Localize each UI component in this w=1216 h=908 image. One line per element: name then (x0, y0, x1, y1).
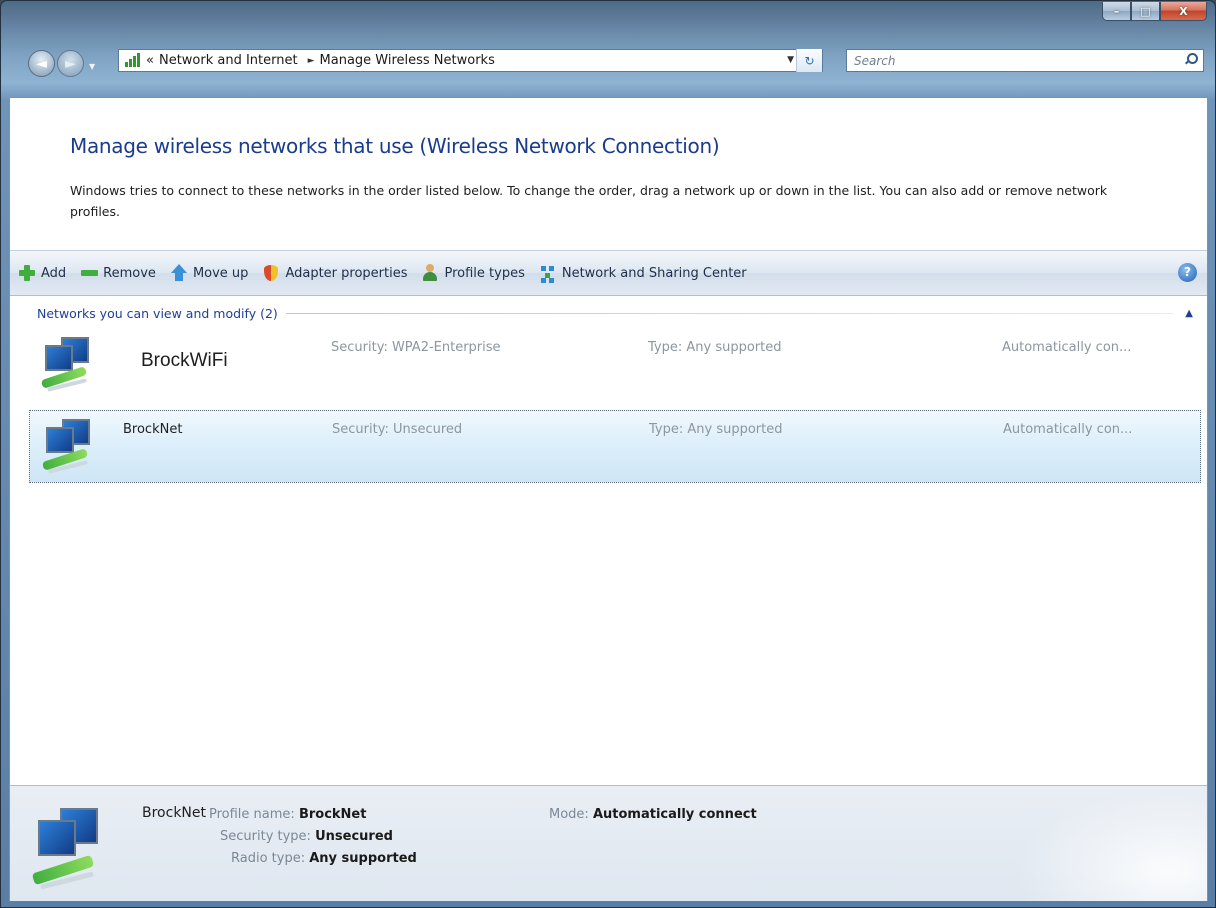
wireless-network-icon (40, 337, 101, 397)
minimize-button[interactable]: – (1102, 2, 1131, 21)
page-header: Manage wireless networks that use (Wirel… (10, 98, 1207, 250)
network-sharing-center-button[interactable]: Network and Sharing Center (539, 264, 747, 282)
search-box[interactable] (846, 49, 1204, 72)
group-header[interactable]: Networks you can view and modify (2) ▲ (37, 303, 1193, 323)
forward-button[interactable]: ► (57, 50, 84, 77)
plus-icon (18, 264, 36, 282)
page-title: Manage wireless networks that use (Wirel… (70, 134, 720, 158)
close-button[interactable]: X (1160, 2, 1207, 21)
group-divider (285, 312, 1174, 314)
network-type: Type: Any supported (648, 340, 782, 355)
recent-pages-dropdown[interactable]: ▼ (89, 62, 95, 71)
search-input[interactable] (847, 50, 1167, 71)
address-dropdown-icon[interactable]: ▼ (787, 55, 794, 65)
network-type: Type: Any supported (649, 422, 783, 437)
move-up-button[interactable]: Move up (170, 264, 248, 282)
network-name: BrockWiFi (129, 348, 240, 374)
page-description: Windows tries to connect to these networ… (70, 183, 1108, 219)
details-network-name: BrockNet (142, 805, 206, 821)
profile-types-button[interactable]: Profile types (421, 264, 525, 282)
refresh-button[interactable]: ↻ (796, 49, 822, 72)
details-radio-type: Radio type: Any supported (231, 851, 417, 866)
network-mode: Automatically con... (1002, 340, 1132, 355)
address-overflow[interactable]: « (146, 53, 154, 68)
group-label: Networks you can view and modify (2) (37, 305, 278, 321)
minus-icon (80, 264, 99, 282)
remove-button[interactable]: Remove (80, 264, 156, 282)
list-item[interactable]: BrockWiFi Security: WPA2-Enterprise Type… (29, 329, 1201, 397)
details-profile-name: Profile name: BrockNet (209, 807, 367, 822)
content-area: Manage wireless networks that use (Wirel… (9, 97, 1208, 901)
address-bar[interactable]: « Network and Internet ► Manage Wireless… (118, 49, 823, 72)
wireless-network-icon (41, 419, 102, 479)
up-arrow-icon (170, 264, 188, 282)
details-pane: BrockNet Profile name: BrockNet Security… (10, 785, 1207, 901)
window: – □ X ◄ ► ▼ « Network and Internet ► Man… (0, 0, 1216, 908)
adapter-properties-button[interactable]: Adapter properties (262, 264, 407, 282)
list-item-selected[interactable]: BrockNet Security: Unsecured Type: Any s… (29, 410, 1201, 483)
details-mode: Mode: Automatically connect (549, 807, 757, 822)
details-security-type: Security type: Unsecured (220, 829, 393, 844)
network-security: Security: Unsecured (332, 422, 463, 437)
command-bar: Add Remove Move up Adapter properties Pr… (10, 250, 1207, 296)
network-security: Security: WPA2-Enterprise (331, 340, 501, 355)
forward-arrow-icon: ► (65, 55, 76, 72)
breadcrumb-separator[interactable]: ► (308, 56, 315, 66)
navigation-bar: ◄ ► ▼ « Network and Internet ► Manage Wi… (1, 23, 1215, 97)
shield-icon (262, 264, 280, 282)
wireless-signal-icon (124, 53, 141, 68)
breadcrumb-network-internet[interactable]: Network and Internet (159, 53, 298, 68)
breadcrumb-manage-wireless[interactable]: Manage Wireless Networks (320, 53, 495, 68)
help-icon[interactable]: ? (1178, 263, 1197, 282)
add-button[interactable]: Add (18, 264, 66, 282)
wireless-network-icon (30, 804, 110, 890)
collapse-chevron-icon[interactable]: ▲ (1185, 308, 1193, 319)
user-icon (421, 264, 439, 282)
caption-buttons: – □ X (1102, 2, 1207, 21)
maximize-button[interactable]: □ (1131, 2, 1160, 21)
network-list: Networks you can view and modify (2) ▲ B… (10, 297, 1207, 785)
back-button[interactable]: ◄ (28, 50, 55, 77)
back-arrow-icon: ◄ (36, 55, 47, 72)
network-name: BrockNet (123, 422, 183, 437)
search-icon[interactable] (1184, 53, 1198, 66)
network-icon (539, 264, 557, 282)
network-mode: Automatically con... (1003, 422, 1133, 437)
